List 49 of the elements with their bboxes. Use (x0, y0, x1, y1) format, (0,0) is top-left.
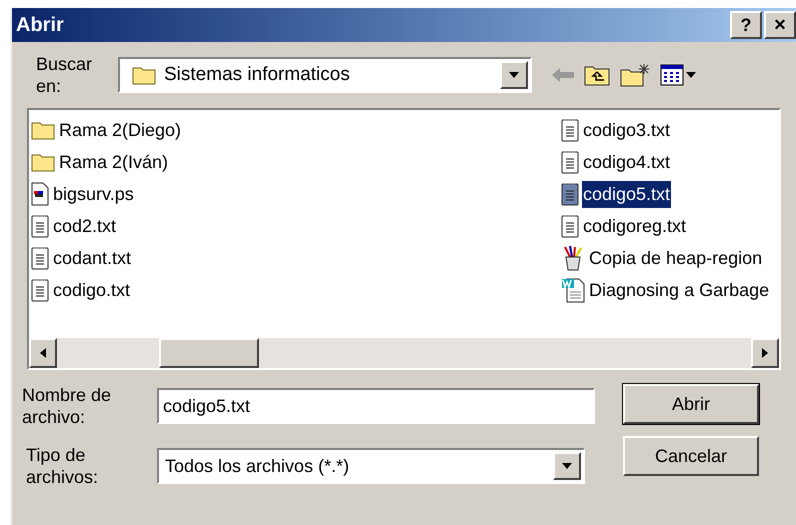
file-item[interactable]: codigo3.txt (582, 116, 672, 144)
folder-icon (31, 120, 55, 140)
text-file-icon (561, 214, 579, 238)
view-menu-icon[interactable] (660, 64, 696, 86)
text-file-icon (31, 278, 49, 302)
file-item[interactable]: codant.txt (52, 244, 132, 272)
file-item[interactable]: codigo4.txt (582, 148, 672, 176)
dialog-button[interactable]: Abrir (623, 384, 759, 424)
text-file-icon (561, 182, 579, 206)
text-file-icon (31, 246, 49, 270)
text-file-icon (31, 214, 49, 238)
file-type-label: Tipo de archivos: (25, 444, 100, 488)
file-item[interactable]: codigo5.txt (582, 180, 672, 208)
right-arrow-icon (762, 348, 768, 358)
up-folder-icon[interactable] (584, 64, 610, 86)
file-name-label: Nombre de archivo: (22, 384, 112, 428)
text-file-icon (561, 150, 579, 174)
file-item[interactable]: cod2.txt (52, 212, 118, 240)
scroll-left-button[interactable] (29, 338, 57, 368)
caret-down-icon (509, 72, 519, 78)
file-item[interactable]: Diagnosing a Garbage (588, 276, 770, 304)
look-in-label: Buscar en: (36, 53, 94, 97)
file-item[interactable]: codigoreg.txt (582, 212, 688, 240)
scroll-right-button[interactable] (751, 338, 779, 368)
text-file-icon (561, 118, 579, 142)
file-item[interactable]: Rama 2(Iván) (58, 148, 170, 176)
file-item[interactable]: Rama 2(Diego) (58, 116, 182, 144)
caret-down-icon (562, 463, 572, 469)
file-item[interactable]: bigsurv.ps (52, 180, 135, 208)
horizontal-scrollbar[interactable] (29, 338, 779, 368)
help-button[interactable]: ? (730, 11, 762, 39)
folder-icon (132, 65, 156, 85)
new-folder-icon[interactable] (620, 63, 650, 87)
dropdown-button[interactable] (500, 61, 528, 89)
file-name-field[interactable]: codigo5.txt (157, 388, 595, 424)
file-item[interactable]: codigo.txt (52, 276, 132, 304)
document-icon (31, 182, 49, 206)
scroll-thumb[interactable] (159, 338, 259, 368)
word-document-icon (561, 277, 585, 303)
close-button[interactable]: × (764, 11, 796, 39)
left-arrow-icon (40, 348, 46, 358)
caret-down-icon (686, 72, 696, 78)
look-in-dropdown[interactable]: Sistemas informaticos (118, 57, 532, 93)
folder-icon (31, 152, 55, 172)
file-type-dropdown[interactable]: Todos los archivos (*.*) (157, 448, 585, 484)
window-title: Abrir (16, 13, 64, 38)
dropdown-button[interactable] (553, 452, 581, 480)
dialog-button[interactable]: Cancelar (623, 436, 759, 476)
file-item[interactable]: Copia de heap-region (588, 244, 764, 272)
